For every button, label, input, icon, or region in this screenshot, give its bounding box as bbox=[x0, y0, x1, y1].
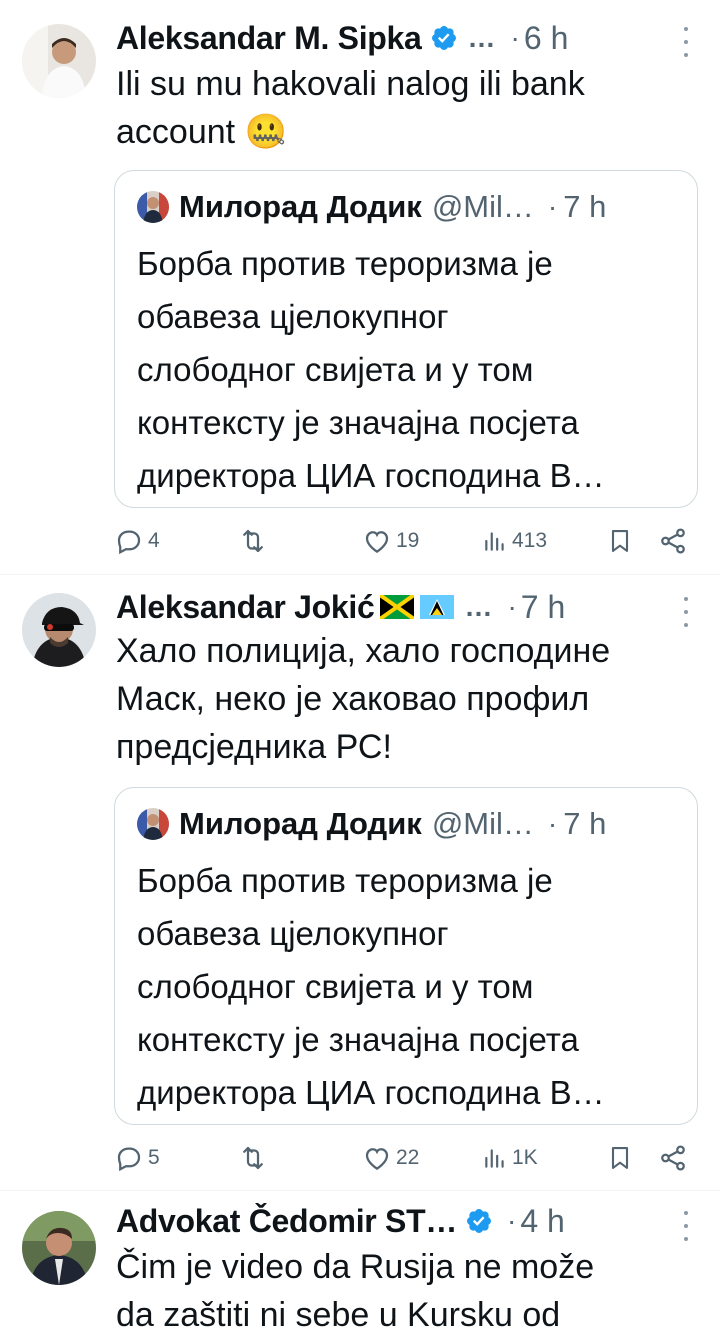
quoted-timestamp: 7 h bbox=[563, 189, 607, 224]
name-truncation: … bbox=[467, 22, 497, 53]
tweet-text: Čim je video da Rusija ne može da zaštit… bbox=[116, 1243, 690, 1335]
verified-badge-icon bbox=[431, 26, 456, 50]
author-name[interactable]: Advokat Čedomir ST… bbox=[116, 1203, 457, 1240]
like-count: 19 bbox=[396, 529, 420, 552]
tweet[interactable]: Advokat Čedomir ST… · 4 h Čim je video d… bbox=[0, 1191, 720, 1335]
tweet-text-line: Маск, неко је хаковао профил bbox=[116, 680, 590, 718]
quoted-text-line: директора ЦИА господина В… bbox=[137, 1074, 605, 1111]
quoted-text: Борба против тероризма је обавеза цјелок… bbox=[137, 854, 679, 1119]
quoted-author-name: Милорад Додик bbox=[179, 189, 422, 224]
action-bar: 4 19 413 bbox=[114, 523, 694, 559]
retweet-button[interactable] bbox=[238, 523, 272, 559]
bookmark-icon bbox=[611, 1147, 629, 1169]
retweet-icon bbox=[243, 529, 263, 553]
timestamp[interactable]: 7 h bbox=[521, 589, 565, 626]
reply-button[interactable]: 5 bbox=[114, 1140, 160, 1176]
action-bar: 5 22 1K bbox=[114, 1140, 694, 1176]
bookmark-icon bbox=[611, 530, 629, 552]
author-name[interactable]: Aleksandar Jokić bbox=[116, 589, 374, 626]
quoted-avatar bbox=[137, 191, 169, 223]
tweet-text-line: Ili su mu hakovali nalog ili bank bbox=[116, 65, 585, 103]
tweet-text-line: Čim je video da Rusija ne može bbox=[116, 1248, 595, 1286]
share-icon bbox=[661, 1145, 685, 1171]
views-button[interactable]: 1K bbox=[482, 1140, 538, 1176]
views-button[interactable]: 413 bbox=[482, 523, 547, 559]
more-icon[interactable] bbox=[678, 1211, 694, 1241]
separator-dot: · bbox=[507, 591, 517, 622]
quoted-avatar bbox=[137, 808, 169, 840]
reply-icon bbox=[117, 530, 141, 555]
separator-dot: · bbox=[547, 808, 558, 839]
tweet-header: Aleksandar M. Sipka … · 6 h bbox=[116, 16, 692, 60]
quoted-tweet-header: Милорад Додик @Mil… · 7 h bbox=[137, 187, 677, 227]
tweet-header: Advokat Čedomir ST… · 4 h bbox=[116, 1199, 692, 1243]
jamaica-flag-icon bbox=[380, 595, 415, 619]
quoted-text-line: контексту је значајна посјета bbox=[137, 1021, 579, 1058]
tweet-header: Aleksandar Jokić … · 7 h bbox=[116, 585, 692, 629]
tweet-text: Хало полиција, хало господине Маск, неко… bbox=[116, 627, 690, 771]
bookmark-button[interactable] bbox=[606, 1140, 634, 1176]
avatar[interactable] bbox=[22, 24, 96, 98]
more-icon[interactable] bbox=[678, 27, 694, 57]
timestamp[interactable]: 4 h bbox=[520, 1203, 564, 1240]
reply-button[interactable]: 4 bbox=[114, 523, 160, 559]
retweet-icon bbox=[243, 1146, 263, 1170]
views-count: 1K bbox=[512, 1146, 538, 1169]
reply-count: 4 bbox=[148, 529, 160, 552]
quoted-text-line: обавеза цјелокупног bbox=[137, 298, 449, 335]
author-name[interactable]: Aleksandar M. Sipka bbox=[116, 20, 422, 57]
quoted-author-handle: @Mil… bbox=[431, 189, 534, 224]
views-icon bbox=[485, 1149, 504, 1168]
quoted-text-line: директора ЦИА господина В… bbox=[137, 457, 605, 494]
quoted-text-line: Борба против тероризма је bbox=[137, 245, 553, 282]
tweet[interactable]: Aleksandar Jokić … · 7 h Хало полиција, … bbox=[0, 575, 720, 1190]
separator-dot: · bbox=[510, 22, 520, 53]
more-icon[interactable] bbox=[678, 597, 694, 627]
like-icon bbox=[365, 531, 389, 553]
reply-icon bbox=[117, 1147, 141, 1172]
tweet-text-line: da zaštiti ni sebe u Kursku od bbox=[116, 1296, 561, 1334]
tweet[interactable]: Aleksandar M. Sipka … · 6 h Ili su mu ha… bbox=[0, 0, 720, 574]
quoted-timestamp: 7 h bbox=[563, 806, 607, 841]
views-count: 413 bbox=[512, 529, 548, 552]
avatar[interactable] bbox=[22, 1211, 96, 1285]
name-truncation: … bbox=[464, 591, 494, 622]
avatar[interactable] bbox=[22, 593, 96, 667]
quoted-tweet[interactable]: Милорад Додик @Mil… · 7 h Борба против т… bbox=[114, 787, 698, 1125]
quoted-text-line: контексту је значајна посјета bbox=[137, 404, 579, 441]
share-icon bbox=[661, 528, 685, 554]
verified-badge-icon bbox=[467, 1209, 491, 1233]
quoted-tweet[interactable]: Милорад Додик @Mil… · 7 h Борба против т… bbox=[114, 170, 698, 508]
quoted-tweet-header: Милорад Додик @Mil… · 7 h bbox=[137, 804, 677, 844]
quoted-author-handle: @Mil… bbox=[431, 806, 534, 841]
views-icon bbox=[485, 532, 504, 551]
timestamp[interactable]: 6 h bbox=[524, 20, 568, 57]
tweet-text-line: account 🤐 bbox=[116, 113, 287, 151]
share-button[interactable] bbox=[658, 1140, 688, 1176]
quoted-text: Борба против тероризма је обавеза цјелок… bbox=[137, 237, 679, 502]
quoted-text-line: обавеза цјелокупног bbox=[137, 915, 449, 952]
bookmark-button[interactable] bbox=[606, 523, 634, 559]
tweet-text: Ili su mu hakovali nalog ili bank accoun… bbox=[116, 60, 690, 156]
tweet-text-line: Хало полиција, хало господине bbox=[116, 632, 611, 670]
separator-dot: · bbox=[507, 1205, 517, 1236]
reply-count: 5 bbox=[148, 1146, 160, 1169]
saint-lucia-flag-icon bbox=[420, 595, 455, 619]
like-button[interactable]: 19 bbox=[362, 523, 419, 559]
tweet-text-line: предсједника РС! bbox=[116, 728, 392, 766]
like-icon bbox=[365, 1148, 389, 1170]
like-count: 22 bbox=[396, 1146, 420, 1169]
quoted-author-name: Милорад Додик bbox=[179, 806, 422, 841]
share-button[interactable] bbox=[658, 523, 688, 559]
retweet-button[interactable] bbox=[238, 1140, 272, 1176]
like-button[interactable]: 22 bbox=[362, 1140, 419, 1176]
quoted-text-line: Борба против тероризма је bbox=[137, 862, 553, 899]
quoted-text-line: слободног свијета и у том bbox=[137, 968, 534, 1005]
quoted-text-line: слободног свијета и у том bbox=[137, 351, 534, 388]
separator-dot: · bbox=[547, 191, 558, 222]
